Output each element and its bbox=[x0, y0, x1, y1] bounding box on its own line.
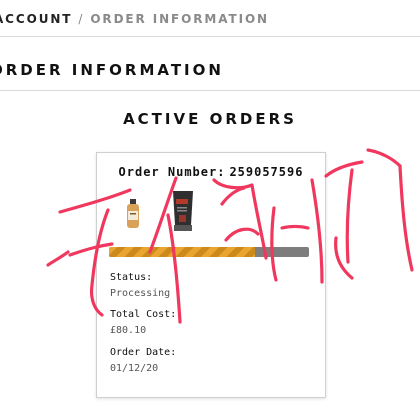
header-divider bbox=[0, 36, 420, 37]
title-divider bbox=[0, 90, 420, 91]
order-progress-fill bbox=[109, 247, 255, 257]
breadcrumb-current: ORDER INFORMATION bbox=[90, 12, 269, 26]
breadcrumb: ACCOUNT / ORDER INFORMATION bbox=[0, 12, 269, 26]
order-number-value: 259057596 bbox=[229, 165, 304, 179]
total-cost-value: £80.10 bbox=[110, 325, 147, 336]
order-card[interactable]: Order Number: 259057596 Status: Processin… bbox=[96, 152, 326, 398]
order-date-value: 01/12/20 bbox=[110, 363, 159, 374]
order-date-label: Order Date: bbox=[110, 347, 177, 358]
tube-bottle-icon bbox=[173, 191, 193, 231]
order-number: Order Number: 259057596 bbox=[97, 165, 325, 179]
order-progress-bar bbox=[109, 247, 309, 257]
breadcrumb-separator: / bbox=[78, 12, 85, 26]
order-number-label: Order Number: bbox=[118, 165, 226, 179]
small-bottle-icon bbox=[127, 199, 139, 228]
breadcrumb-account-link[interactable]: ACCOUNT bbox=[0, 12, 72, 26]
section-title: ACTIVE ORDERS bbox=[123, 110, 297, 128]
order-products-image bbox=[127, 191, 193, 231]
status-value: Processing bbox=[110, 288, 171, 299]
total-cost-label: Total Cost: bbox=[110, 309, 177, 320]
page-title: ORDER INFORMATION bbox=[0, 61, 224, 79]
status-label: Status: bbox=[110, 272, 153, 283]
